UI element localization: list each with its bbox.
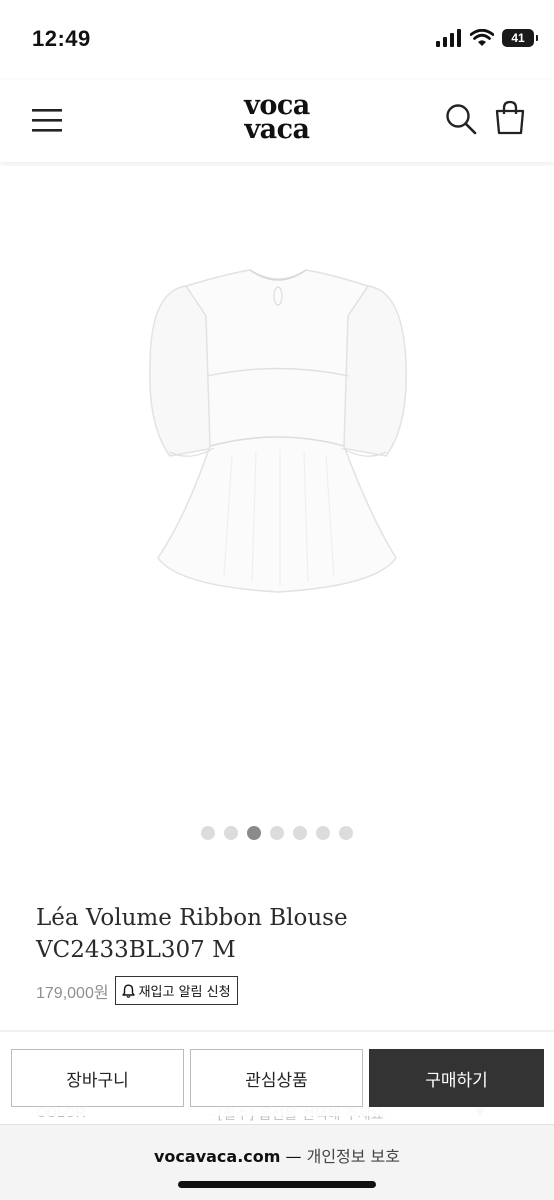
search-button[interactable] — [444, 102, 478, 136]
purchase-action-bar: 장바구니 관심상품 구매하기 — [0, 1040, 554, 1116]
battery-level: 41 — [511, 31, 525, 45]
privacy-label: 개인정보 보호 — [306, 1147, 400, 1166]
product-image[interactable] — [0, 166, 554, 816]
search-icon — [446, 104, 477, 135]
carousel-dot[interactable] — [270, 826, 284, 840]
site-header: voca vaca — [0, 80, 554, 162]
battery-icon: 41 — [502, 29, 538, 47]
footer-separator: — — [280, 1147, 307, 1166]
carousel-dot[interactable] — [316, 826, 330, 840]
product-price: 179,000원 — [36, 984, 109, 1002]
product-title: Léa Volume Ribbon Blouse VC2433BL307 M — [36, 905, 348, 963]
status-bar: 12:49 41 — [0, 0, 554, 80]
restock-alert-button[interactable]: 재입고 알림 신청 — [114, 976, 238, 1005]
signal-icon — [436, 29, 461, 47]
home-indicator[interactable] — [178, 1181, 376, 1188]
buy-now-button[interactable]: 구매하기 — [369, 1049, 544, 1107]
carousel-dot[interactable] — [339, 826, 353, 840]
carousel-dot[interactable] — [224, 826, 238, 840]
bell-icon — [121, 984, 135, 998]
wishlist-button[interactable]: 관심상품 — [190, 1049, 363, 1107]
restock-alert-label: 재입고 알림 신청 — [138, 985, 231, 1000]
shopping-bag-icon — [495, 100, 525, 135]
site-domain[interactable]: vocavaca.com — [154, 1147, 280, 1166]
add-to-cart-button[interactable]: 장바구니 — [11, 1049, 184, 1107]
carousel-dot[interactable] — [201, 826, 215, 840]
image-carousel-dots — [0, 826, 554, 840]
status-time: 12:49 — [32, 26, 91, 51]
price-row: 179,000원 재입고 알림 신청 — [36, 976, 238, 1005]
browser-footer: vocavaca.com — 개인정보 보호 — [0, 1124, 554, 1200]
wifi-icon — [470, 29, 494, 46]
carousel-dot-active[interactable] — [247, 826, 261, 840]
blouse-image — [149, 269, 407, 593]
status-icons: 41 — [436, 29, 538, 47]
carousel-dot[interactable] — [293, 826, 307, 840]
section-divider — [0, 1030, 554, 1032]
footer-text: vocavaca.com — 개인정보 보호 — [0, 1143, 554, 1167]
cart-button[interactable] — [494, 100, 526, 136]
